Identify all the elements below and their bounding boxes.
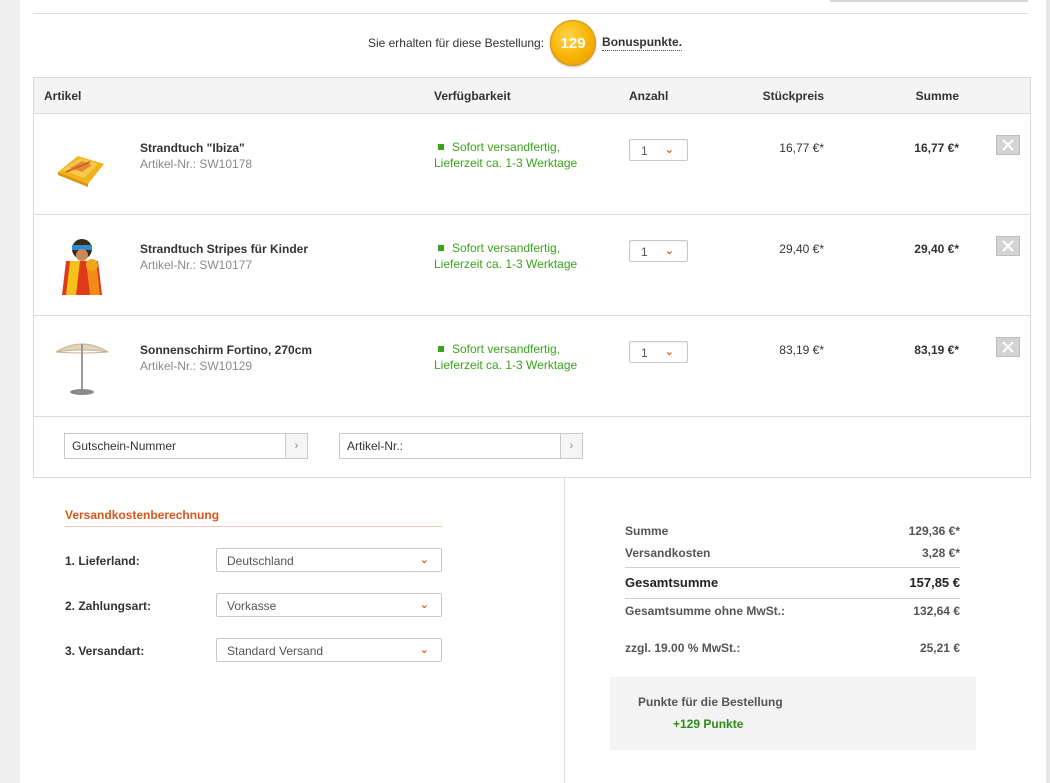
top-tab-edge xyxy=(830,0,1028,2)
header-sum: Summe xyxy=(915,89,959,103)
order-points-box: Punkte für die Bestellung +129 Punkte xyxy=(610,677,976,750)
chevron-right-icon: › xyxy=(569,440,574,452)
quantity-value: 1 xyxy=(641,144,648,158)
country-label: 1. Lieferland: xyxy=(65,554,140,568)
availability-info: Sofort versandfertig, Lieferzeit ca. 1-3… xyxy=(434,240,577,272)
product-image-kids-towel[interactable] xyxy=(52,235,112,297)
sum-label: Summe xyxy=(625,524,669,538)
product-number: Artikel-Nr.: SW10177 xyxy=(140,258,253,272)
unit-price: 83,19 €* xyxy=(779,343,824,357)
voucher-submit-button[interactable]: › xyxy=(285,434,307,458)
shipping-method-label: 3. Versandart: xyxy=(65,644,145,658)
unit-price: 16,77 €* xyxy=(779,141,824,155)
grand-total-value: 157,85 € xyxy=(909,575,960,590)
cart-table: Artikel Verfügbarkeit Anzahl Stückpreis … xyxy=(33,77,1031,478)
article-number-input[interactable]: Artikel-Nr.: › xyxy=(339,433,583,459)
order-points-value: +129 Punkte xyxy=(673,717,744,731)
shipping-calculator-title: Versandkostenberechnung xyxy=(65,508,442,527)
row-sum: 29,40 €* xyxy=(914,242,959,256)
cart-table-header: Artikel Verfügbarkeit Anzahl Stückpreis … xyxy=(34,78,1030,114)
quantity-value: 1 xyxy=(641,245,648,259)
header-quantity: Anzahl xyxy=(629,89,669,103)
product-name[interactable]: Strandtuch Stripes für Kinder xyxy=(140,242,308,256)
vat-label: zzgl. 19.00 % MwSt.: xyxy=(625,641,741,655)
product-name[interactable]: Sonnenschirm Fortino, 270cm xyxy=(140,343,312,357)
chevron-down-icon: ⌄ xyxy=(664,346,674,358)
totals-divider xyxy=(625,567,960,568)
totals-divider xyxy=(625,598,960,599)
close-icon xyxy=(1002,240,1014,252)
remove-item-button[interactable] xyxy=(996,337,1020,357)
availability-line2: Lieferzeit ca. 1-3 Werktage xyxy=(434,156,578,170)
vat-value: 25,21 € xyxy=(919,641,960,655)
shipping-calculator: Versandkostenberechnung 1. Lieferland: D… xyxy=(33,478,565,783)
quantity-select[interactable]: 1 ⌄ xyxy=(629,341,688,363)
shipping-method-select[interactable]: Standard Versand ⌄ xyxy=(216,638,442,662)
product-image-parasol[interactable] xyxy=(52,336,112,398)
shipping-cost-value: 3,28 €* xyxy=(921,546,960,560)
bonus-text: Sie erhalten für diese Bestellung: xyxy=(367,36,545,50)
chevron-down-icon: ⌄ xyxy=(419,644,429,656)
bonus-coin-icon: 129 xyxy=(550,20,597,66)
remove-item-button[interactable] xyxy=(996,236,1020,256)
product-name[interactable]: Strandtuch "Ibiza" xyxy=(140,141,245,155)
quantity-select[interactable]: 1 ⌄ xyxy=(629,139,688,161)
chevron-down-icon: ⌄ xyxy=(419,599,429,611)
cart-row-parasol: Sonnenschirm Fortino, 270cm Artikel-Nr.:… xyxy=(34,316,1030,417)
payment-select[interactable]: Vorkasse ⌄ xyxy=(216,593,442,617)
header-article: Artikel xyxy=(44,89,82,103)
sum-value: 129,36 €* xyxy=(908,524,960,538)
chevron-down-icon: ⌄ xyxy=(664,245,674,257)
availability-line2: Lieferzeit ca. 1-3 Werktage xyxy=(434,257,578,271)
header-availability: Verfügbarkeit xyxy=(434,89,511,103)
totals-top-divider xyxy=(625,477,960,478)
shipping-method-value: Standard Versand xyxy=(227,644,324,658)
unit-price: 29,40 €* xyxy=(779,242,824,256)
header-unit-price: Stückpreis xyxy=(762,89,824,103)
cart-row-ibiza-towel: Strandtuch "Ibiza" Artikel-Nr.: SW10178 … xyxy=(34,114,1030,215)
chevron-down-icon: ⌄ xyxy=(664,144,674,156)
remove-item-button[interactable] xyxy=(996,135,1020,155)
chevron-down-icon: ⌄ xyxy=(419,554,429,566)
country-select[interactable]: Deutschland ⌄ xyxy=(216,548,442,572)
availability-line1: Sofort versandfertig, xyxy=(452,140,561,154)
net-total-value: 132,64 € xyxy=(913,604,960,618)
availability-info: Sofort versandfertig, Lieferzeit ca. 1-3… xyxy=(434,341,577,373)
payment-label: 2. Zahlungsart: xyxy=(65,599,152,613)
voucher-placeholder: Gutschein-Nummer xyxy=(72,439,177,453)
article-number-placeholder: Artikel-Nr.: xyxy=(347,439,404,453)
article-number-submit-button[interactable]: › xyxy=(560,434,582,458)
top-divider xyxy=(33,13,1028,14)
product-image-beach-towel[interactable] xyxy=(52,134,112,196)
close-icon xyxy=(1002,341,1014,353)
availability-line2: Lieferzeit ca. 1-3 Werktage xyxy=(434,358,578,372)
chevron-right-icon: › xyxy=(294,440,299,452)
quantity-value: 1 xyxy=(641,346,648,360)
cart-row-stripes-towel: Strandtuch Stripes für Kinder Artikel-Nr… xyxy=(34,215,1030,316)
grand-total-label: Gesamtsumme xyxy=(625,575,719,590)
bonus-points-banner: Sie erhalten für diese Bestellung: 129 B… xyxy=(20,20,1030,66)
product-number: Artikel-Nr.: SW10178 xyxy=(140,157,253,171)
product-number: Artikel-Nr.: SW10129 xyxy=(140,359,253,373)
quantity-select[interactable]: 1 ⌄ xyxy=(629,240,688,262)
bonus-points-link[interactable]: Bonuspunkte. xyxy=(602,35,683,51)
availability-line1: Sofort versandfertig, xyxy=(452,241,561,255)
availability-dot-icon xyxy=(438,245,444,251)
availability-dot-icon xyxy=(438,346,444,352)
code-inputs-row: Gutschein-Nummer › Artikel-Nr.: › xyxy=(34,417,1030,478)
row-sum: 83,19 €* xyxy=(914,343,959,357)
row-sum: 16,77 €* xyxy=(914,141,959,155)
close-icon xyxy=(1002,139,1014,151)
availability-info: Sofort versandfertig, Lieferzeit ca. 1-3… xyxy=(434,139,577,171)
net-total-label: Gesamtsumme ohne MwSt.: xyxy=(625,604,786,618)
scrollbar[interactable] xyxy=(1046,0,1050,783)
shipping-cost-label: Versandkosten xyxy=(625,546,711,560)
order-points-label: Punkte für die Bestellung xyxy=(638,695,783,709)
payment-value: Vorkasse xyxy=(227,599,277,613)
cart-page: Sie erhalten für diese Bestellung: 129 B… xyxy=(20,0,1046,783)
voucher-input[interactable]: Gutschein-Nummer › xyxy=(64,433,308,459)
country-value: Deutschland xyxy=(227,554,294,568)
availability-dot-icon xyxy=(438,144,444,150)
availability-line1: Sofort versandfertig, xyxy=(452,342,561,356)
